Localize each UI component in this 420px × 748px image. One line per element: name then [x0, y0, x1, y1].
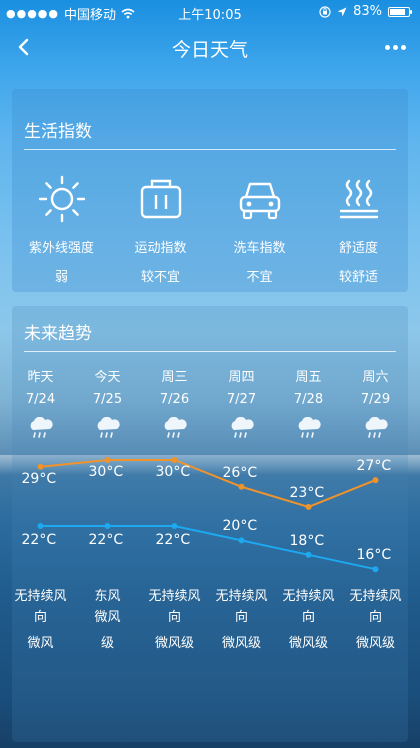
- nav-bar: 今日天气: [0, 24, 420, 70]
- life-item-name: 洗车指数: [233, 241, 286, 256]
- status-right: 83%: [319, 4, 412, 19]
- high-temp-point: [37, 463, 44, 470]
- high-temp-point: [372, 477, 379, 484]
- temperature-chart: [37, 457, 379, 573]
- high-temp-label: 27°C: [356, 458, 392, 475]
- high-temp-label: 26°C: [222, 464, 258, 481]
- life-index-card: 生活指数 紫外线强度 弱 运动指数 较不宜 洗车指数 不宜 舒适度 较舒适: [12, 89, 408, 292]
- life-item-car-wash[interactable]: 洗车指数 不宜: [210, 173, 309, 285]
- low-temp-label: 22°C: [88, 532, 124, 548]
- life-item-value: 较不宜: [140, 270, 180, 285]
- life-item-name: 运动指数: [134, 241, 187, 256]
- high-temp-point: [171, 457, 178, 463]
- low-temp-point: [171, 523, 178, 529]
- more-options-icon[interactable]: [378, 32, 412, 62]
- more-dot: [392, 44, 398, 50]
- high-temp-point: [238, 483, 245, 490]
- low-temp-label: 20°C: [222, 518, 258, 535]
- high-temp-label: 23°C: [289, 484, 325, 501]
- low-temp-point: [104, 523, 111, 529]
- more-dot: [400, 44, 406, 50]
- low-temp-point: [305, 551, 312, 558]
- battery-percent: 83%: [353, 4, 382, 19]
- high-temp-label: 29°C: [21, 470, 57, 487]
- page-title: 今日天气: [171, 39, 248, 61]
- sun-icon: [38, 175, 85, 223]
- life-item-exercise[interactable]: 运动指数 较不宜: [111, 173, 210, 285]
- life-item-name: 紫外线强度: [28, 241, 94, 256]
- low-temp-point: [37, 523, 44, 529]
- high-temp-point: [305, 503, 312, 510]
- battery-icon: [388, 6, 412, 17]
- life-item-value: 不宜: [246, 270, 273, 285]
- car-wash-icon: [239, 182, 280, 220]
- life-item-value: 弱: [54, 270, 68, 285]
- low-temp-point: [238, 537, 245, 544]
- trend-card: 未来趋势 昨天 7/24 无持续风向微风 今天 7/25 东风 微风级周三 7/26 无持续风向…: [12, 306, 408, 742]
- exercise-icon: [140, 179, 181, 219]
- life-index-title: 生活指数: [24, 122, 92, 142]
- high-temp-label: 30°C: [155, 464, 191, 480]
- status-bar: ●●●●● 中国移动 上午10:05 83%: [0, 0, 420, 24]
- life-item-value: 较舒适: [338, 270, 378, 285]
- more-dot: [384, 44, 390, 50]
- low-temp-point: [372, 566, 379, 573]
- life-item-uv[interactable]: 紫外线强度 弱: [12, 173, 111, 285]
- low-temp-label: 22°C: [155, 532, 191, 548]
- life-item-name: 舒适度: [338, 241, 378, 256]
- high-temp-label: 30°C: [88, 464, 124, 480]
- low-temp-label: 22°C: [21, 532, 57, 548]
- high-temp-point: [104, 457, 111, 463]
- comfort-icon: [339, 179, 378, 219]
- rotation-lock-icon: [319, 5, 331, 18]
- location-arrow-icon: [337, 7, 347, 16]
- life-item-comfort[interactable]: 舒适度 较舒适: [309, 173, 408, 285]
- low-temp-label: 16°C: [356, 547, 392, 564]
- low-temp-label: 18°C: [289, 532, 325, 549]
- life-index-divider: [24, 149, 396, 150]
- battery-fill: [390, 8, 405, 15]
